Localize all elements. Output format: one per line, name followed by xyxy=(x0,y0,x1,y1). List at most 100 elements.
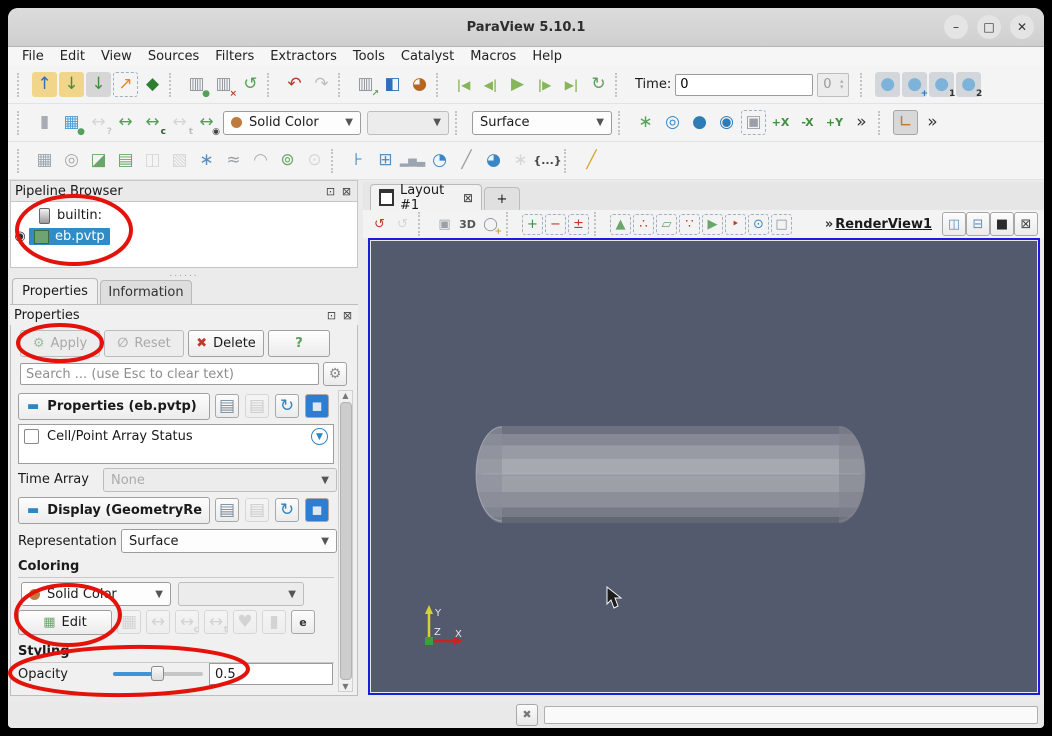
grow-selection-icon[interactable]: ± xyxy=(568,214,589,235)
zoom-to-box-icon[interactable]: ▣ xyxy=(741,110,766,135)
histogram-icon[interactable]: ▂▅▃ xyxy=(400,148,425,173)
glyph-icon[interactable]: ∗ xyxy=(194,148,219,173)
copy-properties-icon[interactable]: ▤ xyxy=(215,394,239,418)
orientation-axes-toggle[interactable]: ∟ xyxy=(893,110,918,135)
menu-filters[interactable]: Filters xyxy=(207,49,262,64)
rescale-data-small-icon[interactable]: ↔ xyxy=(146,610,170,634)
stream-tracer-icon[interactable]: ≈ xyxy=(221,148,246,173)
adjust-camera-icon[interactable]: ◯+ xyxy=(480,214,501,235)
interactive-select-cells-icon[interactable]: ▶ xyxy=(702,214,723,235)
tab-information[interactable]: Information xyxy=(100,280,192,304)
pipeline-browser[interactable]: builtin: ◉ eb.pvtp xyxy=(10,202,358,268)
reset-session-icon[interactable]: ↺ xyxy=(238,72,263,97)
delete-button[interactable]: ✖ Delete xyxy=(188,330,264,357)
select-points-on-icon[interactable]: ∴ xyxy=(633,214,654,235)
capture-screenshot-icon[interactable]: ↗ xyxy=(113,72,138,97)
select-cells-on-icon[interactable]: ▲ xyxy=(610,214,631,235)
programmable-filter-icon[interactable]: {...} xyxy=(535,148,560,173)
slice-icon[interactable]: ▤ xyxy=(113,148,138,173)
rescale-temporal-small-icon[interactable]: ↔t xyxy=(204,610,228,634)
extract-subset-icon[interactable]: ▧ xyxy=(167,148,192,173)
abort-progress-button[interactable]: ✖ xyxy=(516,704,538,726)
scroll-down-icon[interactable]: ▼ xyxy=(342,682,348,691)
split-vertical-icon[interactable]: ⊟ xyxy=(966,212,990,236)
scroll-up-icon[interactable]: ▲ xyxy=(342,391,348,400)
select-points-through-icon[interactable]: ∵ xyxy=(679,214,700,235)
python-calculator-icon[interactable]: ∗ xyxy=(508,148,533,173)
rescale-visible-range-icon[interactable]: ↔◉ xyxy=(194,110,219,135)
set-view-plus-y-icon[interactable]: +Y xyxy=(822,110,847,135)
float-panel-icon[interactable]: ⊡ xyxy=(325,309,338,322)
add-camera-link-icon[interactable]: ●+ xyxy=(902,72,927,97)
slider-handle[interactable] xyxy=(151,666,164,681)
previous-frame-icon[interactable]: ◀| xyxy=(478,72,503,97)
plot-over-line-icon[interactable]: ⊦ xyxy=(346,148,371,173)
extract-time-steps-icon[interactable]: ╱ xyxy=(454,148,479,173)
apply-button[interactable]: ⚙ Apply xyxy=(20,330,100,357)
rescale-custom-small-icon[interactable]: ↔c xyxy=(175,610,199,634)
reload-display-icon[interactable]: ↻ xyxy=(275,498,299,522)
warp-by-vector-icon[interactable]: ◠ xyxy=(248,148,273,173)
tab-properties[interactable]: Properties xyxy=(12,278,98,304)
edit-color-map-small-icon[interactable]: ▦ xyxy=(117,610,141,634)
set-view-minus-x-icon[interactable]: -X xyxy=(795,110,820,135)
render-view[interactable]: Y X Z xyxy=(368,238,1040,695)
reset-range-icon[interactable]: ↔? xyxy=(86,110,111,135)
pipeline-item-ebpvtp[interactable]: ◉ eb.pvtp xyxy=(11,226,357,247)
menu-file[interactable]: File xyxy=(14,49,52,64)
split-horizontal-icon[interactable]: ◫ xyxy=(942,212,966,236)
close-panel-icon[interactable]: ⊠ xyxy=(340,185,353,198)
pipeline-item-selected[interactable]: eb.pvtp xyxy=(29,228,110,245)
edit-color-button[interactable]: ▦ Edit xyxy=(18,610,112,635)
pan-mode-icon[interactable]: ↺ xyxy=(392,214,413,235)
display-section-button[interactable]: ▬ Display (GeometryRe xyxy=(18,497,210,524)
toolbar-overflow-icon[interactable]: » xyxy=(849,110,874,135)
menu-extractors[interactable]: Extractors xyxy=(262,49,345,64)
array-status-dropdown-icon[interactable]: ▼ xyxy=(311,428,328,445)
paste-properties-icon[interactable]: ▤ xyxy=(245,394,269,418)
edit-legend-icon[interactable]: e xyxy=(291,610,315,634)
frame-spinner[interactable]: 0 ▴▾ xyxy=(817,73,849,97)
undo-icon[interactable]: ↶ xyxy=(282,72,307,97)
calculator-icon[interactable]: ▦ xyxy=(32,148,57,173)
load-palette-icon[interactable]: ◧ xyxy=(380,72,405,97)
search-input[interactable] xyxy=(20,363,319,385)
opacity-value-field[interactable]: 0.5 xyxy=(209,663,333,685)
next-frame-icon[interactable]: |▶ xyxy=(532,72,557,97)
render-viewport[interactable]: Y X Z xyxy=(371,241,1037,692)
menu-macros[interactable]: Macros xyxy=(462,49,524,64)
color-palette-icon[interactable]: ◕ xyxy=(407,72,432,97)
redo-icon[interactable]: ↷ xyxy=(309,72,334,97)
representation-combo[interactable]: Surface ▼ xyxy=(121,529,337,553)
set-view-plus-x-icon[interactable]: +X xyxy=(768,110,793,135)
menu-sources[interactable]: Sources xyxy=(140,49,207,64)
zoom-to-data-icon[interactable]: ◎ xyxy=(660,110,685,135)
save-defaults-icon[interactable]: ▪ xyxy=(305,394,329,418)
paste-display-icon[interactable]: ▤ xyxy=(245,498,269,522)
camera-1-icon[interactable]: ●1 xyxy=(929,72,954,97)
edit-color-map-icon[interactable]: ▦● xyxy=(59,110,84,135)
menu-edit[interactable]: Edit xyxy=(52,49,93,64)
save-display-defaults-icon[interactable]: ▪ xyxy=(305,498,329,522)
camera-2-icon[interactable]: ●2 xyxy=(956,72,981,97)
close-button[interactable]: ✕ xyxy=(1010,15,1034,39)
reload-properties-icon[interactable]: ↻ xyxy=(275,394,299,418)
maximize-view-icon[interactable]: ■ xyxy=(990,212,1014,236)
maximize-button[interactable]: □ xyxy=(977,15,1001,39)
representation-combo-toolbar[interactable]: Surface ▼ xyxy=(472,111,612,135)
measure-icon[interactable]: ╱ xyxy=(579,148,604,173)
menu-tools[interactable]: Tools xyxy=(345,49,393,64)
scrollbar-thumb[interactable] xyxy=(340,402,352,680)
visibility-eye-icon[interactable]: ◉ xyxy=(11,229,29,244)
add-selection-icon[interactable]: + xyxy=(522,214,543,235)
extract-level-icon[interactable]: ⊙ xyxy=(302,148,327,173)
render-view-title[interactable]: RenderView1 xyxy=(835,217,932,232)
contour-icon[interactable]: ◎ xyxy=(59,148,84,173)
spinner-arrows-icon[interactable]: ▴▾ xyxy=(832,79,848,90)
save-data-icon[interactable]: ↓ xyxy=(86,72,111,97)
hover-points-icon[interactable]: ⊙ xyxy=(748,214,769,235)
loop-icon[interactable]: ↻ xyxy=(586,72,611,97)
auto-apply-icon[interactable]: ▥↗ xyxy=(353,72,378,97)
zoom-camera-icon[interactable]: ● xyxy=(875,72,900,97)
interactive-select-points-icon[interactable]: ‣ xyxy=(725,214,746,235)
